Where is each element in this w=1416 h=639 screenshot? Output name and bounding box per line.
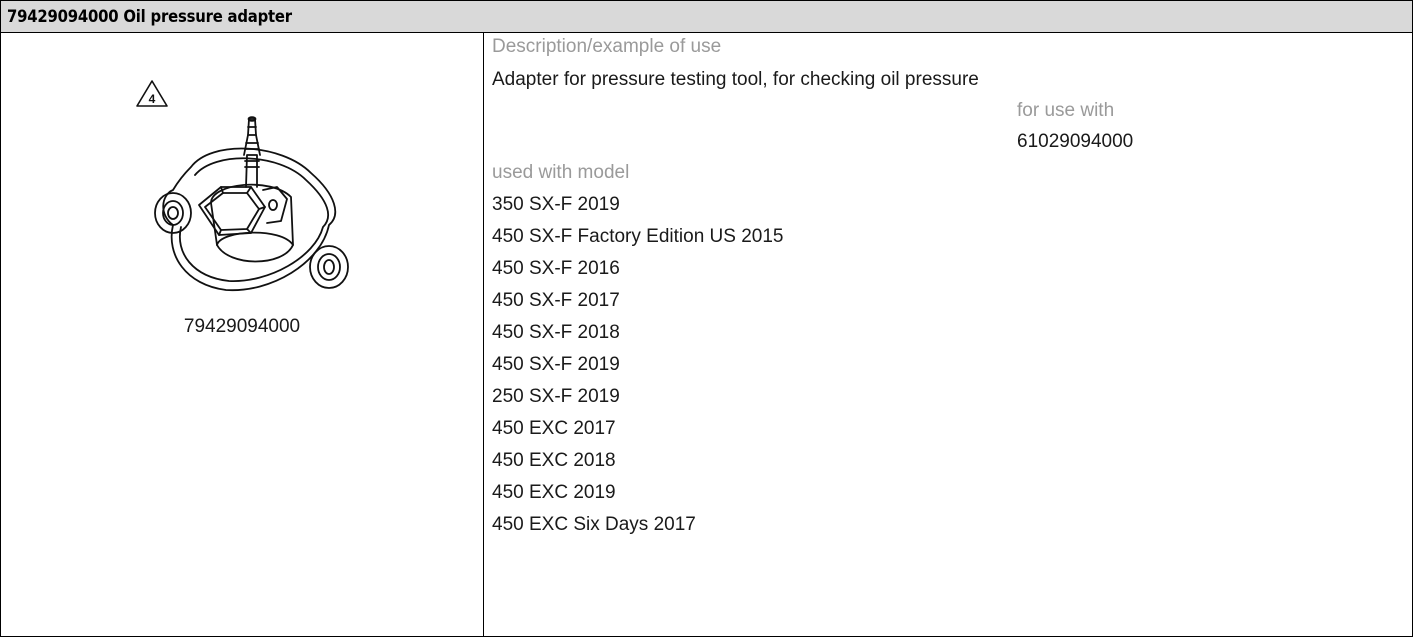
description-label: Description/example of use <box>492 36 722 57</box>
model-item: 450 EXC Six Days 2017 <box>492 514 696 535</box>
image-panel: 4 79429094000 <box>1 33 483 636</box>
model-item: 450 SX-F 2019 <box>492 354 620 375</box>
model-item: 450 SX-F 2017 <box>492 290 620 311</box>
part-number-caption: 79429094000 <box>183 316 301 337</box>
use-with-value: 61029094000 <box>1017 131 1134 152</box>
model-item: 450 EXC 2017 <box>492 418 616 439</box>
column-divider <box>483 33 484 636</box>
model-item: 450 SX-F 2016 <box>492 258 620 279</box>
use-with-label: for use with <box>1017 100 1115 121</box>
model-item: 450 EXC 2018 <box>492 450 616 471</box>
oil-pressure-adapter-drawing <box>154 116 349 291</box>
tool-title: 79429094000 Oil pressure adapter <box>7 7 292 26</box>
models-label: used with model <box>492 162 630 183</box>
title-bar: 79429094000 Oil pressure adapter <box>1 1 1412 33</box>
model-item: 450 SX-F 2018 <box>492 322 620 343</box>
description-text: Adapter for pressure testing tool, for c… <box>492 69 979 90</box>
model-item: 350 SX-F 2019 <box>492 194 620 215</box>
model-item: 450 EXC 2019 <box>492 482 616 503</box>
model-item: 450 SX-F Factory Edition US 2015 <box>492 226 784 247</box>
model-item: 250 SX-F 2019 <box>492 386 620 407</box>
tool-sheet: 79429094000 Oil pressure adapter 4 79429… <box>0 0 1413 637</box>
